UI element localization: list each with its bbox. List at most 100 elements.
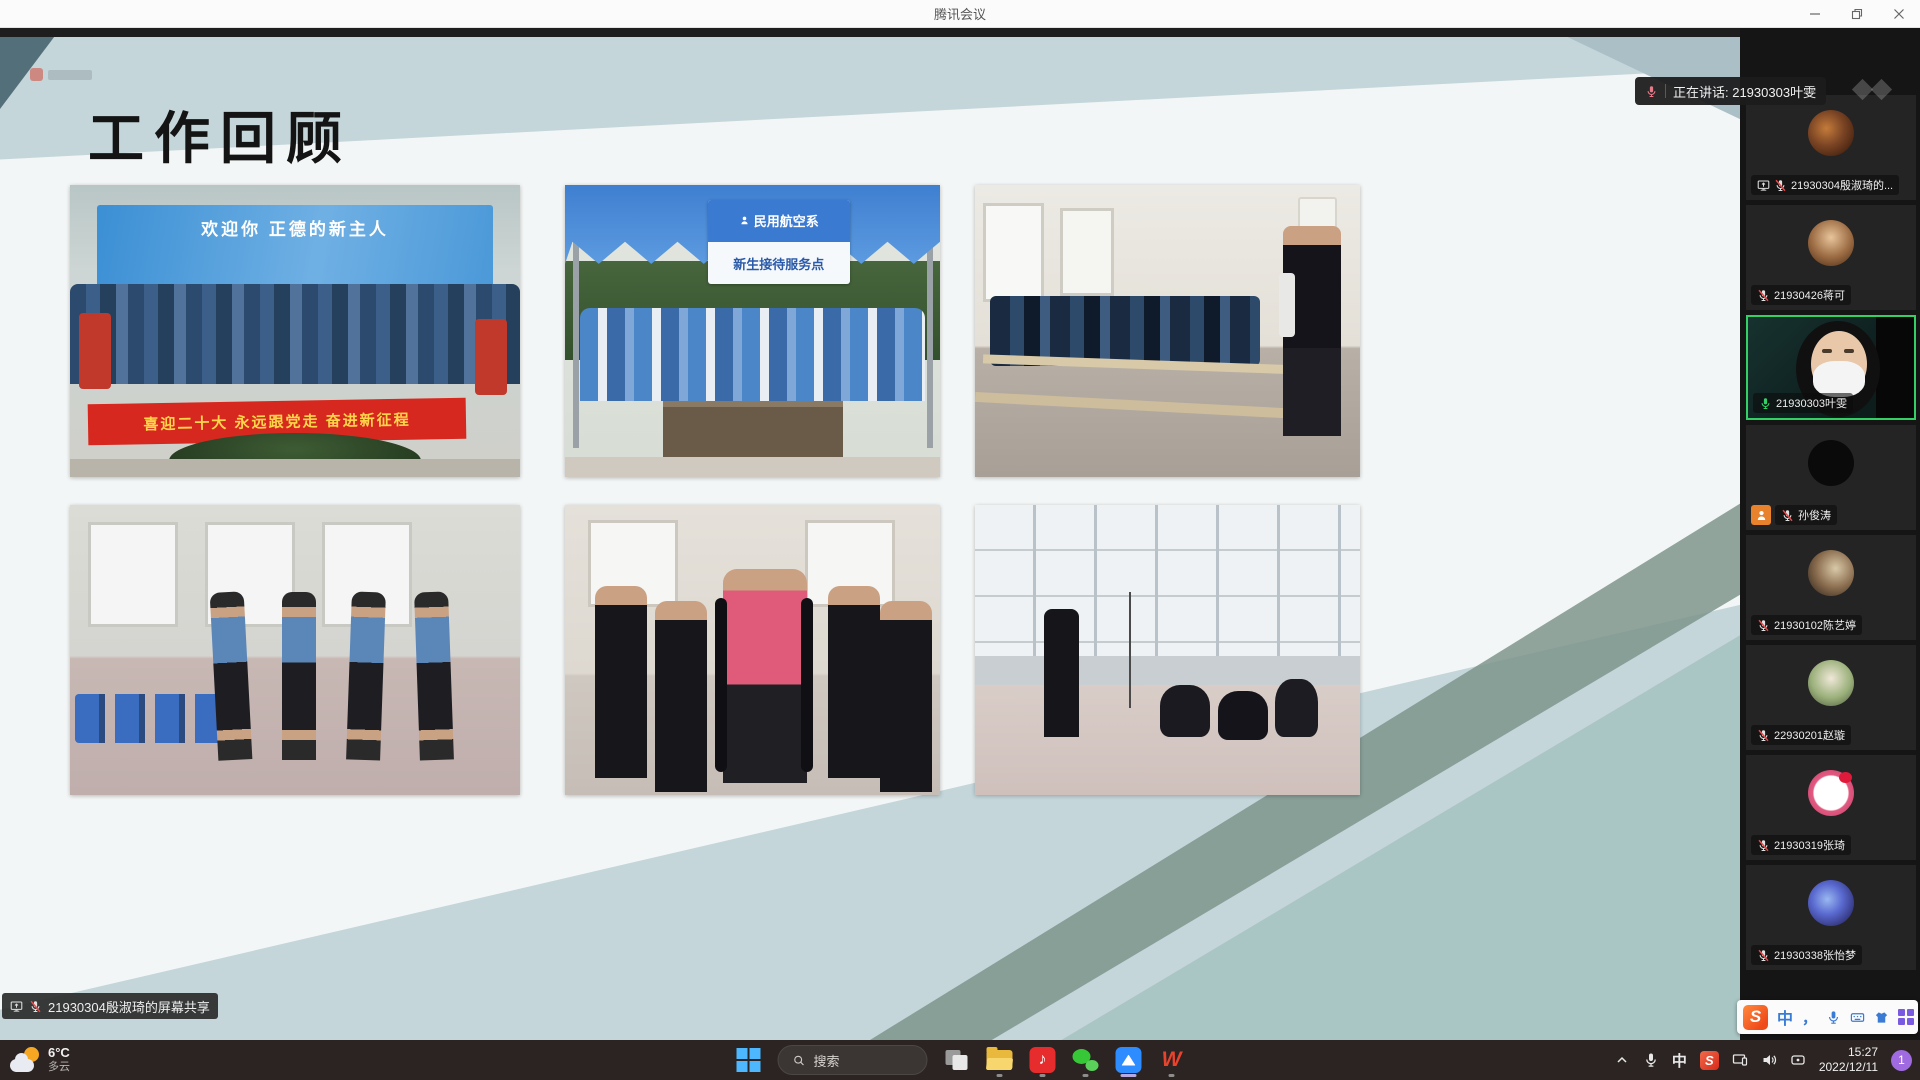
p2-tent-pole-left	[573, 214, 579, 448]
person-icon	[1755, 509, 1768, 522]
ime-toolbox-icon[interactable]	[1898, 1009, 1914, 1025]
ime-mode-toggle[interactable]: 中	[1777, 1005, 1793, 1029]
wps-office-button[interactable]: W	[1158, 1040, 1186, 1080]
p2-sign-board: 民用航空系 新生接待服务点	[708, 200, 851, 285]
restore-button[interactable]	[1836, 0, 1878, 28]
taskbar-weather-widget[interactable]: 6°C 多云	[10, 1040, 70, 1080]
ime-skin-icon[interactable]	[1874, 1010, 1889, 1025]
weather-partly-cloudy-icon	[10, 1047, 40, 1073]
wechat-button[interactable]	[1072, 1040, 1100, 1080]
mic-muted-icon	[1757, 839, 1770, 852]
folder-icon	[987, 1050, 1013, 1070]
p1-red-vest-right	[475, 319, 507, 395]
share-toast-text: 21930304殷淑琦的屏幕共享	[48, 997, 210, 1016]
tray-touchpad-icon[interactable]	[1790, 1052, 1806, 1068]
p2-sign-top: 民用航空系	[708, 200, 851, 242]
p1-banner-text: 喜迎二十大 永远跟党走 奋进新征程	[143, 409, 411, 435]
screen-share-icon	[10, 1000, 23, 1013]
participant-tile-5[interactable]: 21930102陈艺婷	[1746, 535, 1916, 640]
avatar	[1808, 110, 1854, 156]
p2-volunteer-row	[580, 308, 925, 401]
mic-muted-icon	[1757, 619, 1770, 632]
watermark-text-blur	[48, 70, 92, 80]
avatar	[1808, 660, 1854, 706]
task-view-icon	[946, 1050, 968, 1070]
screen: 腾讯会议 工作回顾 欢迎你 正德的新主人 喜迎二十大 永远跟党走	[0, 0, 1920, 1080]
p5-person-1	[595, 586, 647, 777]
p6-mic-stand	[1129, 592, 1131, 708]
user-badge-icon	[1751, 505, 1771, 525]
hidden-icons-chevron-icon[interactable]	[1614, 1052, 1630, 1068]
participant-tile-3-active-speaker[interactable]: 21930303叶雯	[1746, 315, 1916, 420]
ime-punctuation-toggle[interactable]: ，	[1802, 1007, 1817, 1028]
tray-speaker-icon[interactable]	[1761, 1052, 1777, 1068]
search-label: 搜索	[814, 1051, 840, 1070]
tray-clock[interactable]: 15:27 2022/12/11	[1819, 1045, 1878, 1075]
mic-active-icon	[1759, 397, 1772, 410]
p1-steps	[70, 459, 520, 477]
mic-muted-icon	[1757, 729, 1770, 742]
search-icon	[793, 1054, 806, 1067]
task-view-button[interactable]	[943, 1040, 971, 1080]
tray-mic-icon[interactable]	[1643, 1052, 1659, 1068]
mic-muted-icon	[1757, 289, 1770, 302]
participant-tile-4[interactable]: 孙俊涛	[1746, 425, 1916, 530]
participant-label: 21930304殷淑琦的...	[1751, 175, 1899, 195]
ime-voice-icon[interactable]	[1826, 1010, 1841, 1025]
taskbar: 6°C 多云 搜索 ♪	[0, 1040, 1920, 1080]
watermark-red-icon	[30, 68, 43, 81]
p4-dancer-2	[282, 592, 316, 760]
participant-label: 21930338张怡梦	[1751, 945, 1862, 965]
participant-label: 21930426蒋可	[1751, 285, 1851, 305]
system-tray: 中 S 15:27 2022/12/11 1	[1614, 1040, 1912, 1080]
ime-keyboard-icon[interactable]	[1850, 1010, 1865, 1025]
participant-tile-2[interactable]: 21930426蒋可	[1746, 205, 1916, 310]
participant-label: 21930102陈艺婷	[1751, 615, 1862, 635]
participants-panel[interactable]: 21930304殷淑琦的... 21930426蒋可 219303	[1740, 28, 1920, 1040]
file-explorer-button[interactable]	[986, 1040, 1014, 1080]
photo-dance-studio	[975, 505, 1360, 795]
avatar	[1808, 770, 1854, 816]
taskbar-search[interactable]: 搜索	[778, 1045, 928, 1075]
clock-time: 15:27	[1819, 1045, 1878, 1060]
mic-muted-icon	[1774, 179, 1787, 192]
participant-tile-6[interactable]: 22930201赵璇	[1746, 645, 1916, 750]
banner-divider	[1665, 84, 1666, 98]
photo-indoor-performance	[565, 505, 940, 795]
p2-desk	[663, 401, 843, 459]
tray-ime-indicator[interactable]: 中	[1672, 1050, 1687, 1071]
start-button[interactable]	[735, 1040, 763, 1080]
wechat-icon	[1073, 1047, 1099, 1073]
p3-window-1	[983, 203, 1045, 302]
p4-window-1	[88, 522, 178, 626]
participant-tile-1[interactable]: 21930304殷淑琦的...	[1746, 95, 1916, 200]
p6-kneeling-person-2	[1218, 691, 1268, 740]
weather-condition: 多云	[48, 1061, 70, 1074]
close-button[interactable]	[1878, 0, 1920, 28]
avatar	[1808, 220, 1854, 266]
tray-cast-display-icon[interactable]	[1732, 1052, 1748, 1068]
participant-tile-8[interactable]: 21930338张怡梦	[1746, 865, 1916, 970]
tencent-meeting-button[interactable]	[1115, 1040, 1143, 1080]
mic-muted-icon	[29, 1000, 42, 1013]
tray-sogou-icon[interactable]: S	[1700, 1051, 1719, 1070]
share-top-strip	[0, 28, 1740, 37]
p5-person-4	[880, 601, 932, 792]
sogou-logo[interactable]: S	[1743, 1005, 1768, 1030]
participant-tile-7[interactable]: 21930319张琦	[1746, 755, 1916, 860]
p4-dancer-3	[346, 591, 386, 760]
photo-classroom	[975, 185, 1360, 477]
slide-watermark-logo	[30, 68, 92, 81]
p2-ground	[565, 457, 940, 477]
minimize-button[interactable]	[1794, 0, 1836, 28]
netease-music-button[interactable]: ♪	[1029, 1040, 1057, 1080]
mic-muted-icon	[1781, 509, 1794, 522]
wps-icon: W	[1162, 1048, 1182, 1072]
sogou-ime-bar[interactable]: S 中 ，	[1737, 1000, 1918, 1034]
p1-backdrop-text: 欢迎你 正德的新主人	[201, 220, 389, 239]
notification-badge[interactable]: 1	[1891, 1050, 1912, 1071]
speaking-mic-icon	[1645, 85, 1658, 98]
slide-title: 工作回顾	[88, 94, 352, 175]
participant-label: 21930319张琦	[1751, 835, 1851, 855]
photo-tent-reception: 民用航空系 新生接待服务点	[565, 185, 940, 477]
